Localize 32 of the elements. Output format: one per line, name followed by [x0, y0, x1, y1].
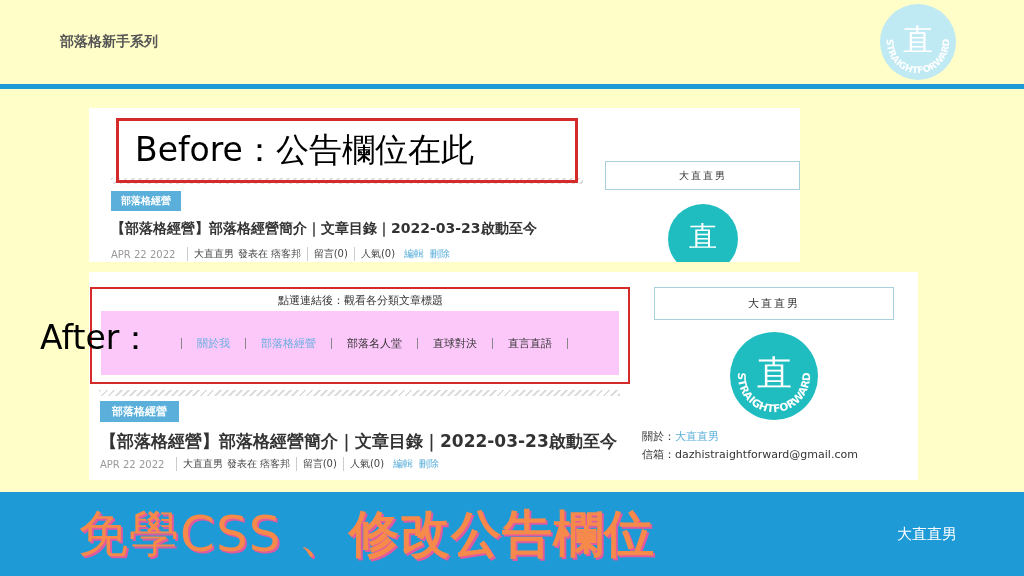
sidebar-title: 大直直男: [654, 287, 894, 320]
post-meta-text: 人氣(0): [342, 457, 391, 471]
post-date: APR 22 2022: [100, 458, 166, 470]
post-date: APR 22 2022: [111, 248, 177, 260]
post-meta-text: 人氣(0): [353, 247, 402, 261]
nav-link[interactable]: 部落格經營: [244, 337, 331, 349]
slide-title: 免學CSS 、修改公告欄位: [78, 509, 657, 559]
sidebar-title: 大直直男: [605, 161, 800, 190]
author-name: 大直直男: [897, 524, 957, 544]
nav-link[interactable]: 部落名人堂: [330, 337, 417, 349]
email-line: 信箱：dazhistraightforward@gmail.com: [642, 447, 859, 463]
before-label: Before：公告欄位在此: [135, 129, 474, 171]
post-meta-text: 留言(0): [306, 247, 354, 261]
notice-heading: 點選連結後：觀看各分類文章標題: [277, 294, 443, 308]
post-meta-text: 大直直男 發表在 痞客邦: [187, 247, 307, 261]
category-tag[interactable]: 部落格經營: [111, 191, 181, 211]
category-tag[interactable]: 部落格經營: [100, 401, 179, 422]
post-action-link[interactable]: 刪除: [427, 247, 454, 261]
series-title: 部落格新手系列: [60, 33, 158, 51]
post-title[interactable]: 【部落格經營】部落格經營簡介｜文章目錄｜2022-03-23啟動至今: [100, 430, 630, 452]
post-title[interactable]: 【部落格經營】部落格經營簡介｜文章目錄｜2022-03-23啟動至今: [111, 220, 583, 238]
brand-logo: 直: [667, 204, 738, 262]
post-meta-text: 大直直男 發表在 痞客邦: [176, 457, 296, 471]
nav-link[interactable]: 直言直語: [491, 337, 568, 349]
nav-link[interactable]: 直球對決: [416, 337, 492, 349]
about-label: 關於：: [642, 430, 675, 443]
about-link[interactable]: 大直直男: [675, 430, 719, 443]
post-action-link[interactable]: 編輯: [401, 247, 428, 261]
post-action-link[interactable]: 編輯: [390, 457, 417, 471]
nav-link[interactable]: 關於我: [180, 337, 245, 349]
post-meta-text: 留言(0): [295, 457, 343, 471]
post-action-link[interactable]: 刪除: [416, 457, 443, 471]
